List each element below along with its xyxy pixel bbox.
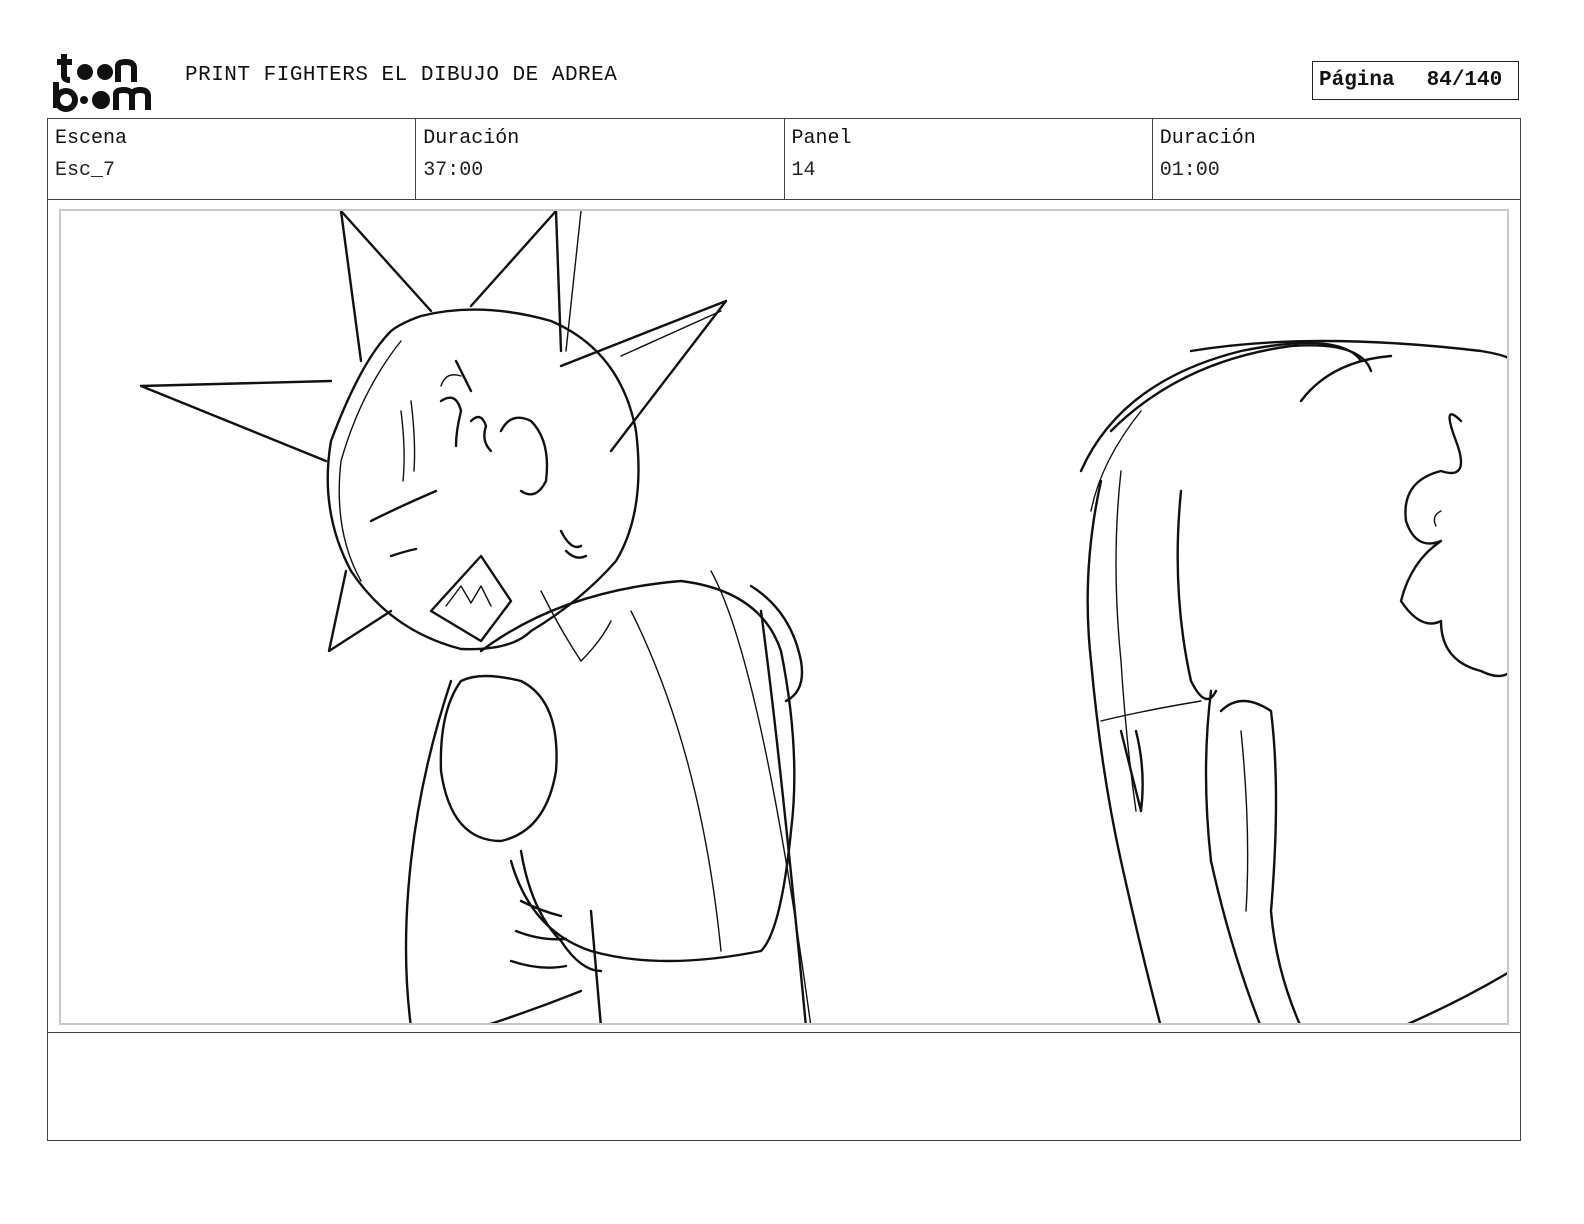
sketch-spike-top xyxy=(469,211,563,353)
toonboom-logo xyxy=(52,52,164,112)
scene-duration-cell: Duración 37:00 xyxy=(416,119,785,199)
scene-duration-value: 37:00 xyxy=(423,159,484,182)
panel-duration-value: 01:00 xyxy=(1159,159,1220,182)
panel-value: 14 xyxy=(791,159,816,182)
toonboom-logo-mark xyxy=(53,54,151,112)
info-table: Escena Esc_7 Duración 37:00 Panel 14 Dur… xyxy=(47,118,1521,200)
sketch-spike-top-left xyxy=(339,211,433,363)
page-indicator: Página 84/140 xyxy=(1312,61,1519,100)
panel-duration-cell: Duración 01:00 xyxy=(1153,119,1520,199)
page-number: 84/140 xyxy=(1426,69,1503,92)
sketch-spike-left xyxy=(139,379,333,463)
sketch-right-figure-hair xyxy=(1086,479,1162,1023)
storyboard-drawing-area xyxy=(59,209,1509,1025)
scene-duration-label: Duración xyxy=(423,127,520,150)
panel-label: Panel xyxy=(791,127,852,150)
notes-area xyxy=(47,1032,1521,1141)
sketch-spike-right xyxy=(559,299,728,453)
document-title: PRINT FIGHTERS EL DIBUJO DE ADREA xyxy=(185,64,618,87)
panel-frame xyxy=(47,199,1521,1033)
page-label: Página xyxy=(1319,69,1395,92)
storyboard-sketch xyxy=(139,211,1507,1023)
sketch-head xyxy=(326,308,640,651)
scene-label: Escena xyxy=(55,127,128,150)
sketch-arm xyxy=(439,674,558,843)
scene-value: Esc_7 xyxy=(55,159,116,182)
panel-duration-label: Duración xyxy=(1159,127,1256,150)
panel-cell: Panel 14 xyxy=(785,119,1153,199)
scene-cell: Escena Esc_7 xyxy=(48,119,417,199)
